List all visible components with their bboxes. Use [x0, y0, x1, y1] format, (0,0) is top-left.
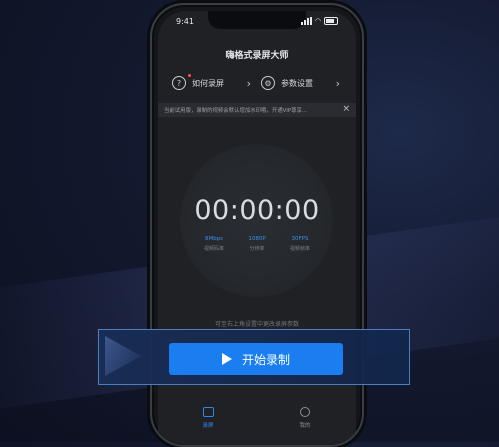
user-icon [300, 407, 310, 417]
record-tab-icon [202, 407, 214, 417]
record-params: 8Mbps 视频码率 1080P 分辨率 30FPS 视频帧率 [204, 236, 310, 252]
resolution-param: 1080P 分辨率 [248, 236, 265, 252]
signal-icon [300, 17, 312, 25]
record-timer: 00:00:00 [194, 195, 320, 226]
tab-record[interactable]: 录屏 [193, 407, 223, 429]
chevron-right-icon: › [335, 76, 340, 90]
top-menu: ? 如何录屏 › ⚙ 参数设置 › [172, 71, 350, 95]
framerate-label: 视频帧率 [289, 246, 310, 252]
bottom-tab-bar: 录屏 我的 [158, 399, 356, 445]
trial-notice-bar[interactable]: 当前试用版，录制的视频会默认增加水印哦，开通VIP尊享... × [158, 103, 356, 117]
settings-label: 参数设置 [281, 78, 313, 88]
bitrate-label: 视频码率 [204, 246, 225, 252]
status-bar: 9:41 ◠ [176, 17, 338, 29]
play-icon [221, 353, 232, 365]
question-icon: ? [172, 76, 186, 90]
close-icon[interactable]: × [342, 104, 350, 114]
resolution-value: 1080P [248, 236, 266, 242]
tab-mine[interactable]: 我的 [290, 407, 320, 429]
settings-button[interactable]: ⚙ 参数设置 › [261, 71, 350, 95]
battery-icon [324, 17, 338, 25]
status-time: 9:41 [176, 17, 194, 26]
gear-icon: ⚙ [261, 76, 275, 90]
notification-dot [188, 74, 191, 77]
start-record-button[interactable]: 开始录制 [169, 343, 343, 375]
start-record-label: 开始录制 [241, 352, 290, 367]
how-to-record-label: 如何录屏 [192, 78, 224, 88]
framerate-value: 30FPS [291, 236, 309, 242]
bitrate-value: 8Mbps [204, 236, 224, 242]
page-title: 嗨格式录屏大师 [225, 51, 289, 61]
wifi-icon: ◠ [314, 17, 321, 25]
tab-mine-label: 我的 [299, 423, 311, 429]
tab-record-label: 录屏 [202, 423, 214, 429]
trial-notice-text: 当前试用版，录制的视频会默认增加水印哦，开通VIP尊享... [164, 108, 308, 114]
chevron-right-icon: › [246, 76, 251, 90]
settings-hint: 可至右上角设置中更改录屏参数 [214, 321, 299, 328]
framerate-param: 30FPS 视频帧率 [290, 236, 310, 252]
how-to-record-button[interactable]: ? 如何录屏 › [172, 71, 261, 95]
resolution-label: 分辨率 [249, 246, 265, 252]
bitrate-param: 8Mbps 视频码率 [204, 236, 224, 252]
start-record-highlight: 开始录制 [98, 329, 410, 385]
status-icons: ◠ [300, 17, 338, 25]
